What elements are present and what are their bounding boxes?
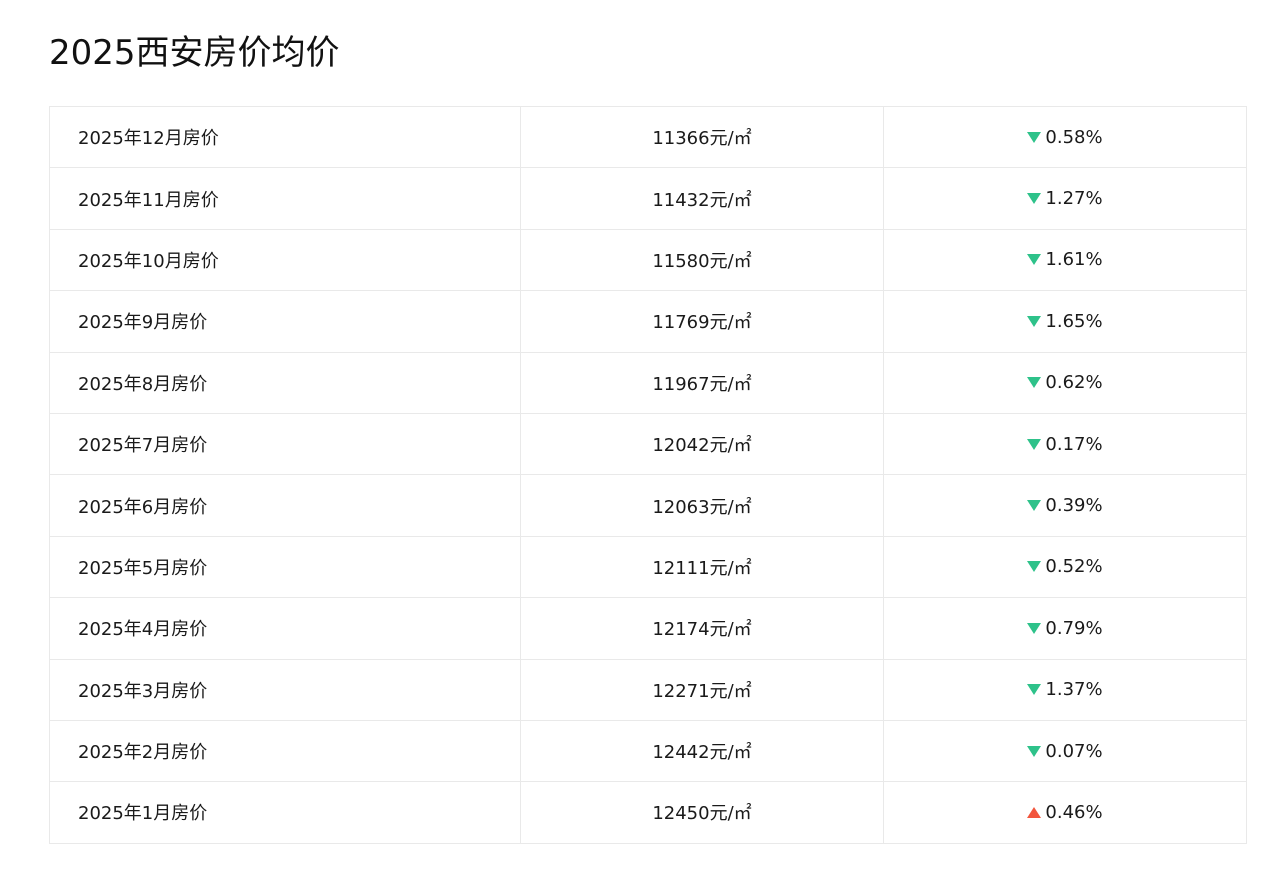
change-cell: 1.61% (883, 228, 1247, 292)
change-indicator: 0.79% (1027, 617, 1103, 639)
month-cell: 2025年10月房价 (49, 228, 521, 292)
change-indicator: 1.65% (1027, 310, 1103, 332)
month-cell: 2025年3月房价 (49, 658, 521, 721)
triangle-up-icon (1027, 806, 1042, 818)
change-percent: 0.39% (1045, 495, 1103, 517)
table-row: 2025年9月房价 11769元/㎡ 1.65% (49, 290, 1247, 353)
price-cell: 11769元/㎡ (520, 290, 884, 353)
change-percent: 0.62% (1045, 372, 1103, 394)
month-cell: 2025年9月房价 (49, 290, 521, 353)
price-cell: 11967元/㎡ (520, 351, 884, 414)
change-percent: 1.37% (1045, 679, 1103, 701)
change-percent: 0.07% (1045, 740, 1103, 762)
month-cell: 2025年1月房价 (49, 781, 521, 844)
change-indicator: 0.46% (1027, 801, 1103, 823)
change-cell: 1.65% (883, 290, 1247, 353)
triangle-down-icon (1027, 438, 1042, 450)
change-indicator: 0.17% (1027, 433, 1103, 455)
triangle-down-icon (1027, 315, 1042, 327)
change-cell: 0.79% (883, 597, 1247, 660)
price-cell: 12063元/㎡ (520, 474, 884, 537)
price-cell: 12271元/㎡ (520, 658, 884, 721)
price-cell: 12111元/㎡ (520, 535, 884, 599)
table-row: 2025年10月房价 11580元/㎡ 1.61% (49, 228, 1247, 292)
change-indicator: 1.37% (1027, 679, 1103, 701)
change-cell: 0.58% (883, 105, 1247, 169)
table-row: 2025年11月房价 11432元/㎡ 1.27% (49, 167, 1247, 230)
change-indicator: 0.07% (1027, 740, 1103, 762)
table-row: 2025年2月房价 12442元/㎡ 0.07% (49, 719, 1247, 783)
table-row: 2025年1月房价 12450元/㎡ 0.46% (49, 781, 1247, 844)
month-cell: 2025年8月房价 (49, 351, 521, 414)
table-row: 2025年4月房价 12174元/㎡ 0.79% (49, 597, 1247, 660)
triangle-down-icon (1027, 500, 1042, 512)
month-cell: 2025年11月房价 (49, 167, 521, 230)
change-cell: 1.37% (883, 658, 1247, 721)
change-indicator: 1.27% (1027, 188, 1103, 210)
triangle-down-icon (1027, 131, 1042, 143)
price-cell: 12174元/㎡ (520, 597, 884, 660)
change-cell: 1.27% (883, 167, 1247, 230)
change-percent: 0.46% (1045, 801, 1103, 823)
change-percent: 0.52% (1045, 556, 1103, 578)
price-cell: 11432元/㎡ (520, 167, 884, 230)
table-row: 2025年5月房价 12111元/㎡ 0.52% (49, 535, 1247, 599)
table-row: 2025年8月房价 11967元/㎡ 0.62% (49, 351, 1247, 414)
change-indicator: 1.61% (1027, 249, 1103, 271)
triangle-down-icon (1027, 622, 1042, 634)
price-table: 2025年12月房价 11366元/㎡ 0.58% 2025年11月房价 11432元/… (49, 105, 1247, 844)
change-cell: 0.62% (883, 351, 1247, 414)
month-cell: 2025年5月房价 (49, 535, 521, 599)
change-percent: 0.79% (1045, 617, 1103, 639)
change-cell: 0.52% (883, 535, 1247, 599)
month-cell: 2025年6月房价 (49, 474, 521, 537)
change-cell: 0.39% (883, 474, 1247, 537)
table-row: 2025年6月房价 12063元/㎡ 0.39% (49, 474, 1247, 537)
price-cell: 11580元/㎡ (520, 228, 884, 292)
price-table-body: 2025年12月房价 11366元/㎡ 0.58% 2025年11月房价 11432元/… (49, 105, 1247, 844)
price-cell: 12450元/㎡ (520, 781, 884, 844)
change-percent: 1.27% (1045, 188, 1103, 210)
table-row: 2025年3月房价 12271元/㎡ 1.37% (49, 658, 1247, 721)
change-cell: 0.07% (883, 719, 1247, 783)
triangle-down-icon (1027, 745, 1042, 757)
change-percent: 1.65% (1045, 310, 1103, 332)
change-cell: 0.17% (883, 412, 1247, 476)
month-cell: 2025年7月房价 (49, 412, 521, 476)
change-indicator: 0.39% (1027, 495, 1103, 517)
month-cell: 2025年4月房价 (49, 597, 521, 660)
month-cell: 2025年12月房价 (49, 105, 521, 169)
change-percent: 0.58% (1045, 126, 1103, 148)
month-cell: 2025年2月房价 (49, 719, 521, 783)
page-title: 2025西安房价均价 (49, 33, 340, 73)
change-indicator: 0.52% (1027, 556, 1103, 578)
price-cell: 12442元/㎡ (520, 719, 884, 783)
price-cell: 12042元/㎡ (520, 412, 884, 476)
table-row: 2025年12月房价 11366元/㎡ 0.58% (49, 105, 1247, 169)
triangle-down-icon (1027, 193, 1042, 205)
change-cell: 0.46% (883, 781, 1247, 844)
triangle-down-icon (1027, 684, 1042, 696)
triangle-down-icon (1027, 254, 1042, 266)
triangle-down-icon (1027, 377, 1042, 389)
table-row: 2025年7月房价 12042元/㎡ 0.17% (49, 412, 1247, 476)
change-indicator: 0.58% (1027, 126, 1103, 148)
triangle-down-icon (1027, 561, 1042, 573)
change-percent: 0.17% (1045, 433, 1103, 455)
price-cell: 11366元/㎡ (520, 105, 884, 169)
change-indicator: 0.62% (1027, 372, 1103, 394)
change-percent: 1.61% (1045, 249, 1103, 271)
page: 2025西安房价均价 2025年12月房价 11366元/㎡ 0.58% 2025年1… (0, 0, 1280, 875)
